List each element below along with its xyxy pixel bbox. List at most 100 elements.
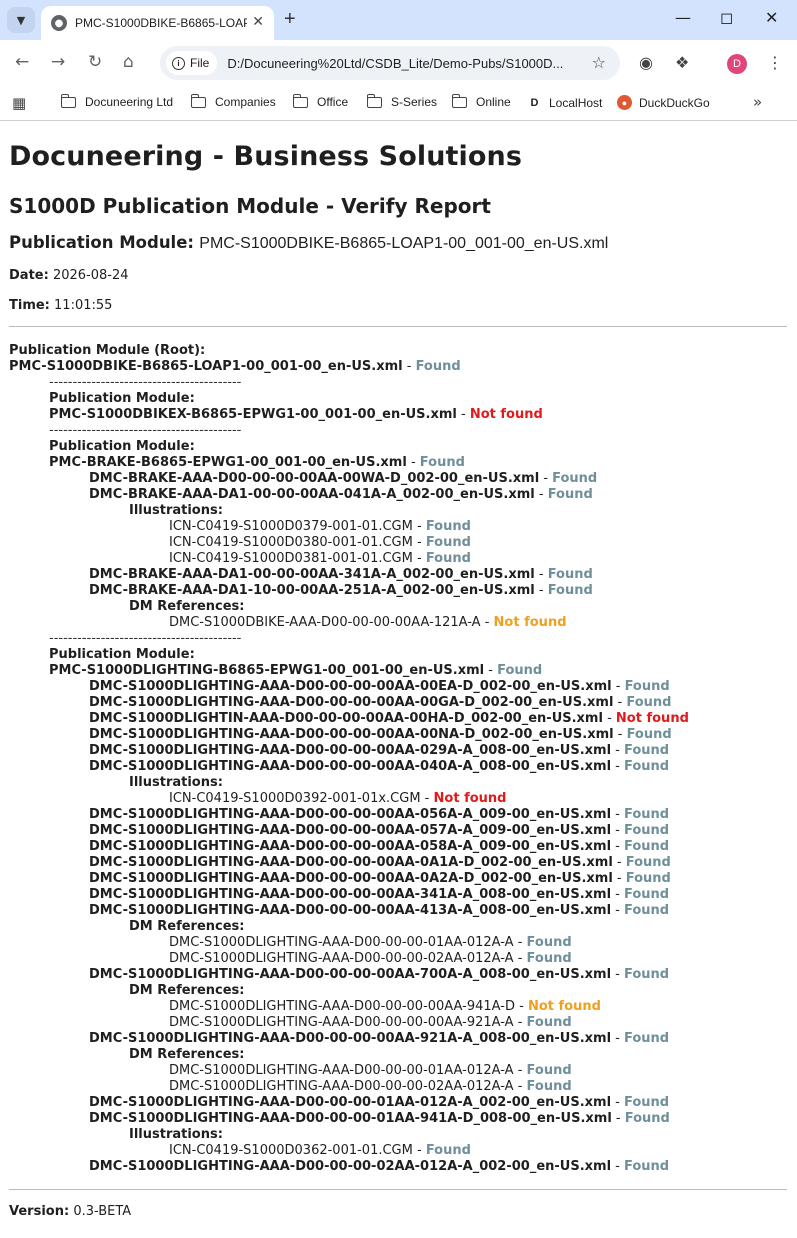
bookmark-s-series[interactable]: S-Series	[366, 93, 437, 109]
bookmark-duckduckgo[interactable]: ● DuckDuckGo	[617, 95, 710, 110]
entry-filename: ICN-C0419-S1000D0380-001-01.CGM	[169, 535, 413, 550]
tab-close-icon[interactable]: ✕	[252, 14, 264, 30]
report-section-label: DM References:	[9, 919, 789, 935]
password-manager-icon[interactable]: ◉	[639, 53, 653, 72]
report-entry: PMC-S1000DBIKEX-B6865-EPWG1-00_001-00_en…	[49, 407, 543, 422]
report-entry: DMC-S1000DLIGHTING-AAA-D00-00-00-00AA-04…	[89, 759, 670, 774]
bookmark-office[interactable]: Office	[292, 93, 349, 109]
report-section-label: Publication Module:	[9, 391, 789, 407]
reload-icon[interactable]: ↻	[88, 52, 102, 72]
entry-status-badge: Found	[625, 855, 671, 870]
date-label: Date:	[9, 268, 49, 283]
entry-status-badge: Found	[547, 487, 593, 502]
entry-filename: DMC-S1000DLIGHTING-AAA-D00-00-00-02AA-01…	[169, 951, 514, 966]
address-bar[interactable]: i File D:/Docuneering%20Ltd/CSDB_Lite/De…	[160, 46, 620, 80]
globe-icon: ●	[51, 15, 67, 31]
bookmark-online[interactable]: Online	[451, 93, 511, 109]
report-section-label: DM References:	[9, 983, 789, 999]
bookmark-label: Docuneering Ltd	[85, 95, 174, 109]
home-icon[interactable]: ⌂	[123, 52, 134, 72]
profile-avatar[interactable]: D	[727, 54, 747, 74]
tab-search-chevron-icon[interactable]: ▼	[7, 7, 35, 33]
forward-arrow-icon[interactable]: →	[51, 52, 65, 72]
report-section-label: Illustrations:	[9, 1127, 789, 1143]
bookmark-label: Companies	[215, 95, 276, 109]
entry-filename: DMC-S1000DLIGHTING-AAA-D00-00-00-00AA-41…	[89, 903, 612, 918]
entry-filename: PMC-BRAKE-B6865-EPWG1-00_001-00_en-US.xm…	[49, 455, 407, 470]
entry-filename: DMC-S1000DLIGHTING-AAA-D00-00-00-00AA-92…	[169, 1015, 514, 1030]
bookmark-star-icon[interactable]: ☆	[592, 53, 606, 72]
entry-status-badge: Found	[425, 551, 471, 566]
menu-kebab-icon[interactable]: ⋮	[767, 53, 783, 72]
report-entry: DMC-S1000DLIGHTING-AAA-D00-00-00-00AA-05…	[89, 839, 670, 854]
entry-status-badge: Not found	[615, 711, 689, 726]
entry-filename: DMC-S1000DLIGHTING-AAA-D00-00-00-00AA-94…	[169, 999, 515, 1014]
entry-status-badge: Not found	[527, 999, 601, 1014]
report-section-label: Publication Module (Root):	[9, 343, 789, 359]
separator-line: ----------------------------------------…	[9, 375, 789, 391]
bookmark-docuneering[interactable]: Docuneering Ltd	[60, 93, 174, 109]
bookmarks-overflow-chevron-icon[interactable]: »	[753, 93, 762, 111]
report-entry: DMC-S1000DLIGHTING-AAA-D00-00-00-01AA-01…	[89, 1095, 670, 1110]
entry-status-badge: Found	[624, 1111, 670, 1126]
separator-line: ----------------------------------------…	[9, 631, 789, 647]
entry-status-badge: Found	[526, 951, 572, 966]
bookmark-localhost[interactable]: D LocalHost	[527, 95, 603, 110]
maximize-icon[interactable]: ◻	[720, 8, 733, 27]
entry-filename: DMC-S1000DLIGHTING-AAA-D00-00-00-01AA-01…	[89, 1095, 612, 1110]
folder-icon	[451, 93, 467, 108]
report-entry: DMC-BRAKE-AAA-DA1-10-00-00AA-251A-A_002-…	[89, 583, 593, 598]
separator-line: ----------------------------------------…	[9, 423, 789, 439]
entry-filename: DMC-BRAKE-AAA-D00-00-00-00AA-00WA-D_002-…	[89, 471, 540, 486]
site-info-chip[interactable]: i File	[166, 51, 218, 75]
report-entry: ICN-C0419-S1000D0392-001-01x.CGM - Not f…	[169, 791, 507, 806]
apps-grid-icon[interactable]: ▦	[12, 94, 26, 112]
browser-toolbar: ← → ↻ ⌂ i File D:/Docuneering%20Ltd/CSDB…	[0, 40, 797, 86]
entry-status-badge: Not found	[469, 407, 543, 422]
entry-status-badge: Found	[626, 695, 672, 710]
url-text[interactable]: D:/Docuneering%20Ltd/CSDB_Lite/Demo-Pubs…	[227, 56, 585, 71]
entry-filename: DMC-S1000DLIGHTING-AAA-D00-00-00-00AA-70…	[89, 967, 612, 982]
entry-filename: DMC-S1000DLIGHTING-AAA-D00-00-00-00AA-0A…	[89, 855, 613, 870]
entry-status-badge: Found	[624, 903, 670, 918]
report-entry: DMC-S1000DLIGHTING-AAA-D00-00-00-02AA-01…	[169, 951, 572, 966]
report-entry: DMC-BRAKE-AAA-DA1-00-00-00AA-041A-A_002-…	[89, 487, 593, 502]
entry-status-badge: Found	[624, 1095, 670, 1110]
entry-filename: DMC-S1000DLIGHTING-AAA-D00-00-00-00AA-0A…	[89, 871, 613, 886]
version-value: 0.3-BETA	[73, 1204, 132, 1219]
back-arrow-icon[interactable]: ←	[15, 52, 29, 72]
entry-filename: DM References:	[129, 1047, 245, 1062]
report-entry: DMC-S1000DLIGHTING-AAA-D00-00-00-00AA-02…	[89, 743, 670, 758]
pm-filename: PMC-S1000DBIKE-B6865-LOAP1-00_001-00_en-…	[199, 235, 609, 252]
tab-active[interactable]: ● PMC-S1000DBIKE-B6865-LOAP ✕	[41, 6, 274, 40]
entry-status-badge: Found	[624, 967, 670, 982]
minimize-icon[interactable]: —	[675, 8, 691, 27]
entry-status-badge: Found	[552, 471, 598, 486]
entry-status-badge: Found	[624, 1031, 670, 1046]
report-section-label: DM References:	[9, 599, 789, 615]
folder-icon	[292, 93, 308, 108]
report-entry: DMC-S1000DLIGHTING-AAA-D00-00-00-00AA-00…	[89, 695, 672, 710]
report-entry: DMC-S1000DLIGHTING-AAA-D00-00-00-01AA-01…	[169, 935, 572, 950]
window-close-icon[interactable]: ✕	[765, 8, 778, 27]
new-tab-plus-icon[interactable]: +	[284, 8, 296, 31]
bookmark-label: Office	[317, 95, 349, 109]
extensions-puzzle-icon[interactable]: ❖	[675, 53, 689, 72]
entry-filename: DMC-S1000DLIGHTING-AAA-D00-00-00-00AA-00…	[89, 679, 612, 694]
entry-filename: DMC-S1000DLIGHTING-AAA-D00-00-00-02AA-01…	[169, 1079, 514, 1094]
version-label: Version:	[9, 1204, 70, 1219]
duckduckgo-icon: ●	[617, 95, 632, 110]
report-page: Docuneering - Business Solutions S1000D …	[9, 121, 789, 1219]
entry-status-badge: Found	[526, 1015, 572, 1030]
report-entry: DMC-BRAKE-AAA-D00-00-00-00AA-00WA-D_002-…	[89, 471, 598, 486]
entry-status-badge: Found	[624, 807, 670, 822]
report-entry: DMC-S1000DLIGHTING-AAA-D00-00-00-00AA-92…	[89, 1031, 670, 1046]
report-entry: DMC-S1000DLIGHTING-AAA-D00-00-00-00AA-94…	[169, 999, 601, 1014]
entry-filename: DMC-S1000DLIGHTING-AAA-D00-00-00-01AA-01…	[169, 1063, 514, 1078]
bookmark-companies[interactable]: Companies	[190, 93, 276, 109]
entry-filename: DMC-S1000DLIGHTING-AAA-D00-00-00-00AA-34…	[89, 887, 612, 902]
entry-status-badge: Found	[624, 823, 670, 838]
entry-filename: PMC-S1000DBIKEX-B6865-EPWG1-00_001-00_en…	[49, 407, 457, 422]
entry-filename: DM References:	[129, 919, 245, 934]
bookmark-label: LocalHost	[549, 95, 603, 110]
